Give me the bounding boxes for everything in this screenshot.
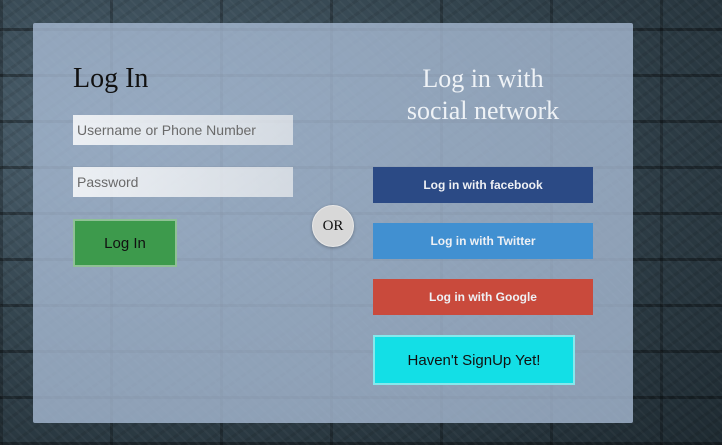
username-input[interactable] — [73, 115, 293, 145]
or-divider-badge: OR — [312, 205, 354, 247]
social-login-title: Log in with social network — [373, 63, 593, 127]
twitter-login-button[interactable]: Log in with Twitter — [373, 223, 593, 259]
facebook-login-button[interactable]: Log in with facebook — [373, 167, 593, 203]
login-panel: Log In Log In OR Log in with social netw… — [33, 23, 633, 423]
google-login-button[interactable]: Log in with Google — [373, 279, 593, 315]
signup-button[interactable]: Haven't SignUp Yet! — [373, 335, 575, 385]
social-title-line1: Log in with — [422, 64, 544, 93]
social-title-line2: social network — [406, 96, 560, 125]
login-button[interactable]: Log In — [73, 219, 177, 267]
login-title: Log In — [73, 63, 149, 94]
password-input[interactable] — [73, 167, 293, 197]
